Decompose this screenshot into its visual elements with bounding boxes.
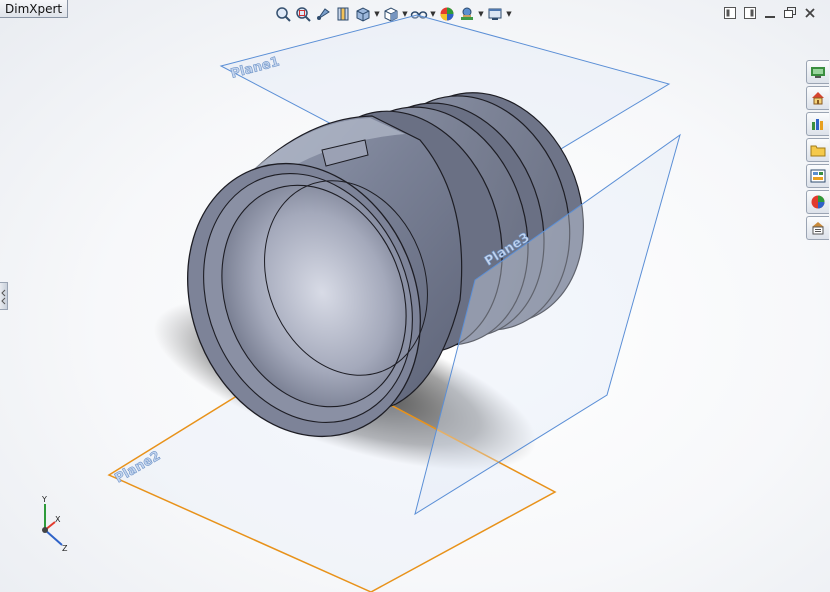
triad-x-label: X	[55, 515, 61, 524]
triad-z-label: Z	[62, 544, 68, 553]
graphics-area[interactable]: Plane1 Plane2 Plane3 Y X Z	[0, 0, 830, 592]
triad-y-label: Y	[41, 495, 47, 504]
reference-triad: Y X Z	[41, 495, 68, 553]
